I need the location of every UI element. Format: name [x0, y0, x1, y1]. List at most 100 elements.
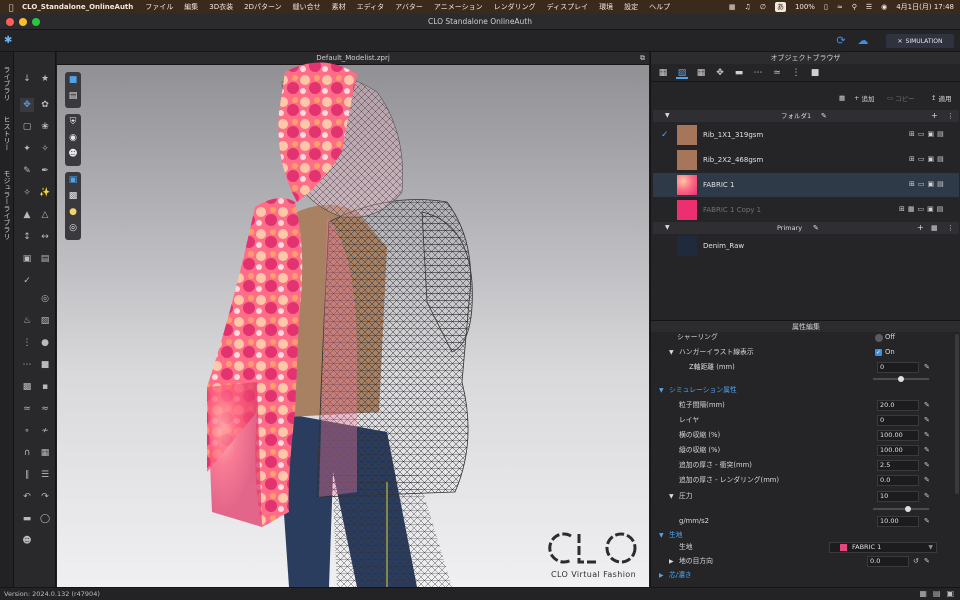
- image-icon[interactable]: ▦: [839, 94, 845, 102]
- tab-library[interactable]: ライブラリ: [2, 66, 12, 101]
- primary-group-header[interactable]: ▼ Primary ✎ + ▦ ⋮: [653, 222, 959, 234]
- shrink-icon[interactable]: ▨: [38, 314, 52, 328]
- show-all-garment-icon[interactable]: ▤: [65, 88, 81, 104]
- group-menu-icon[interactable]: ⋮: [947, 222, 954, 234]
- shrink-weft-input[interactable]: 100.00: [877, 430, 919, 441]
- edit-icon[interactable]: ✎: [924, 490, 930, 503]
- menu-file[interactable]: ファイル: [145, 2, 173, 12]
- add-to-folder-icon[interactable]: +: [931, 110, 938, 122]
- ruler-icon[interactable]: ▬: [20, 512, 34, 526]
- add-fabric-button[interactable]: + 追加: [854, 92, 874, 104]
- simulation-button[interactable]: ✕ SIMULATION: [886, 34, 954, 48]
- button-icon[interactable]: ●: [38, 336, 52, 350]
- pressure-slider[interactable]: [873, 506, 929, 512]
- tab-history[interactable]: ヒストリー: [2, 116, 12, 151]
- menu-environment[interactable]: 環境: [599, 2, 613, 12]
- seam-icon[interactable]: ≈: [38, 402, 52, 416]
- menu-materials[interactable]: 素材: [332, 2, 346, 12]
- hanger-illust-checkbox[interactable]: ✓: [875, 349, 882, 356]
- brush-icon[interactable]: ✓: [20, 274, 34, 288]
- fabric-row-rib-1x1[interactable]: ✓ Rib_1X1_319gsm ⊞ ▭ ▣ ▤: [653, 123, 959, 147]
- apply-fabric-button[interactable]: ↥ 適用: [931, 92, 951, 104]
- menu-2d-pattern[interactable]: 2Dパターン: [244, 2, 282, 12]
- add-icon[interactable]: ⊞: [909, 155, 915, 163]
- show-environment-icon[interactable]: ◎: [65, 220, 81, 236]
- property-scrollbar[interactable]: [955, 334, 959, 494]
- edit-icon[interactable]: ✎: [924, 399, 930, 412]
- prop-interlining-section[interactable]: ▶ 芯/濃き: [651, 569, 951, 582]
- volume-icon[interactable]: ♫: [745, 3, 751, 11]
- expand-triangle-icon[interactable]: ▼: [669, 490, 674, 503]
- menu-display[interactable]: ディスプレイ: [547, 2, 589, 12]
- menu-edit[interactable]: 編集: [184, 2, 198, 12]
- arrange-icon[interactable]: ↶: [20, 490, 34, 504]
- fitting-suit-icon[interactable]: ▦: [38, 446, 52, 460]
- duplicate-icon[interactable]: ▭: [918, 130, 925, 138]
- clo-c-logo-icon[interactable]: ✱: [4, 35, 12, 46]
- topstitch-icon[interactable]: ⋯: [20, 358, 34, 372]
- menu-animation[interactable]: アニメーション: [434, 2, 483, 12]
- tab-zipper-icon[interactable]: ⋮: [790, 67, 802, 79]
- measure-icon[interactable]: ↕: [20, 230, 34, 244]
- shrink-warp-input[interactable]: 100.00: [877, 445, 919, 456]
- graphic-icon[interactable]: ▪: [38, 380, 52, 394]
- texture-icon[interactable]: ▩: [20, 380, 34, 394]
- menu-avatar[interactable]: アバター: [395, 2, 423, 12]
- pin-box-icon[interactable]: ✧: [38, 142, 52, 156]
- box-select-icon[interactable]: ▢: [20, 120, 34, 134]
- control-center-icon[interactable]: ☰: [866, 3, 872, 11]
- layer-icon[interactable]: ☰: [38, 468, 52, 482]
- fabric-row-denim-raw[interactable]: Denim_Raw: [653, 234, 959, 258]
- fold-arrange-icon[interactable]: △: [38, 208, 52, 222]
- edit-point-icon[interactable]: ✒: [38, 164, 52, 178]
- edit-icon[interactable]: ✎: [924, 459, 930, 472]
- fabric-row-fabric-1-copy[interactable]: FABRIC 1 Copy 1 ⊞ ▦ ▭ ▣ ▤: [653, 198, 959, 222]
- transform-icon[interactable]: ✿: [38, 98, 52, 112]
- menu-editor[interactable]: エディタ: [357, 2, 385, 12]
- battery-icon[interactable]: ▯: [824, 3, 828, 11]
- duplicate-icon[interactable]: ▭: [918, 205, 925, 213]
- slider-knob[interactable]: [898, 376, 904, 382]
- delete-icon[interactable]: ▤: [937, 205, 944, 213]
- tab-trim-icon[interactable]: ■: [809, 67, 821, 79]
- show-light-icon[interactable]: ●: [65, 204, 81, 220]
- tack-icon[interactable]: ✧: [20, 186, 34, 200]
- delete-icon[interactable]: ▤: [937, 180, 944, 188]
- expand-triangle-icon[interactable]: ▼: [669, 346, 674, 359]
- measure-curve-icon[interactable]: ↔: [38, 230, 52, 244]
- tab-buttonhole-icon[interactable]: ▬: [733, 67, 745, 79]
- tab-button-icon[interactable]: ✥: [714, 67, 726, 79]
- pressure-input[interactable]: 10: [877, 491, 919, 502]
- cloud-upload-icon[interactable]: ☁: [856, 34, 870, 48]
- tab-fabric-icon[interactable]: ▨: [676, 67, 688, 79]
- show-fabric-icon[interactable]: ▣: [65, 172, 81, 188]
- select-point-icon[interactable]: ∘: [20, 424, 34, 438]
- add-icon[interactable]: ⊞: [909, 130, 915, 138]
- move-down-icon[interactable]: ↓: [20, 72, 34, 86]
- tack-on-avatar-icon[interactable]: ✨: [38, 186, 52, 200]
- garment-scene[interactable]: [57, 52, 649, 587]
- tab-scene-icon[interactable]: ▦: [657, 67, 669, 79]
- delete-icon[interactable]: ▤: [937, 155, 944, 163]
- menu-rendering[interactable]: レンダリング: [494, 2, 536, 12]
- show-3d-pen-icon[interactable]: ◉: [65, 130, 81, 146]
- show-garment-icon[interactable]: ■: [65, 72, 81, 88]
- pressure-unit-input[interactable]: 10.00: [877, 516, 919, 527]
- select-mesh-icon[interactable]: ✥: [20, 98, 34, 112]
- edit-icon[interactable]: ✎: [924, 555, 930, 568]
- avatar-measure-icon[interactable]: ☻: [20, 534, 34, 548]
- pin-icon[interactable]: ✦: [20, 142, 34, 156]
- tab-puckering-icon[interactable]: ≃: [771, 67, 783, 79]
- duplicate-icon[interactable]: ▭: [918, 155, 925, 163]
- fabric-select[interactable]: FABRIC 1 ▼: [829, 542, 937, 553]
- expand-triangle-icon[interactable]: ▶: [659, 569, 664, 582]
- z-offset-slider[interactable]: [873, 376, 929, 382]
- layout-icon[interactable]: ▤: [933, 588, 941, 600]
- copy-fabric-button[interactable]: ▭ コピー: [887, 92, 915, 104]
- sync-icon[interactable]: ⟳: [834, 34, 848, 48]
- trim-icon[interactable]: ■: [38, 358, 52, 372]
- menu-settings[interactable]: 設定: [624, 2, 638, 12]
- show-avatar-garment-icon[interactable]: ⛨: [65, 114, 81, 130]
- garment-icon[interactable]: ▣: [20, 252, 34, 266]
- app-menu-name[interactable]: CLO_Standalone_OnlineAuth: [22, 3, 133, 11]
